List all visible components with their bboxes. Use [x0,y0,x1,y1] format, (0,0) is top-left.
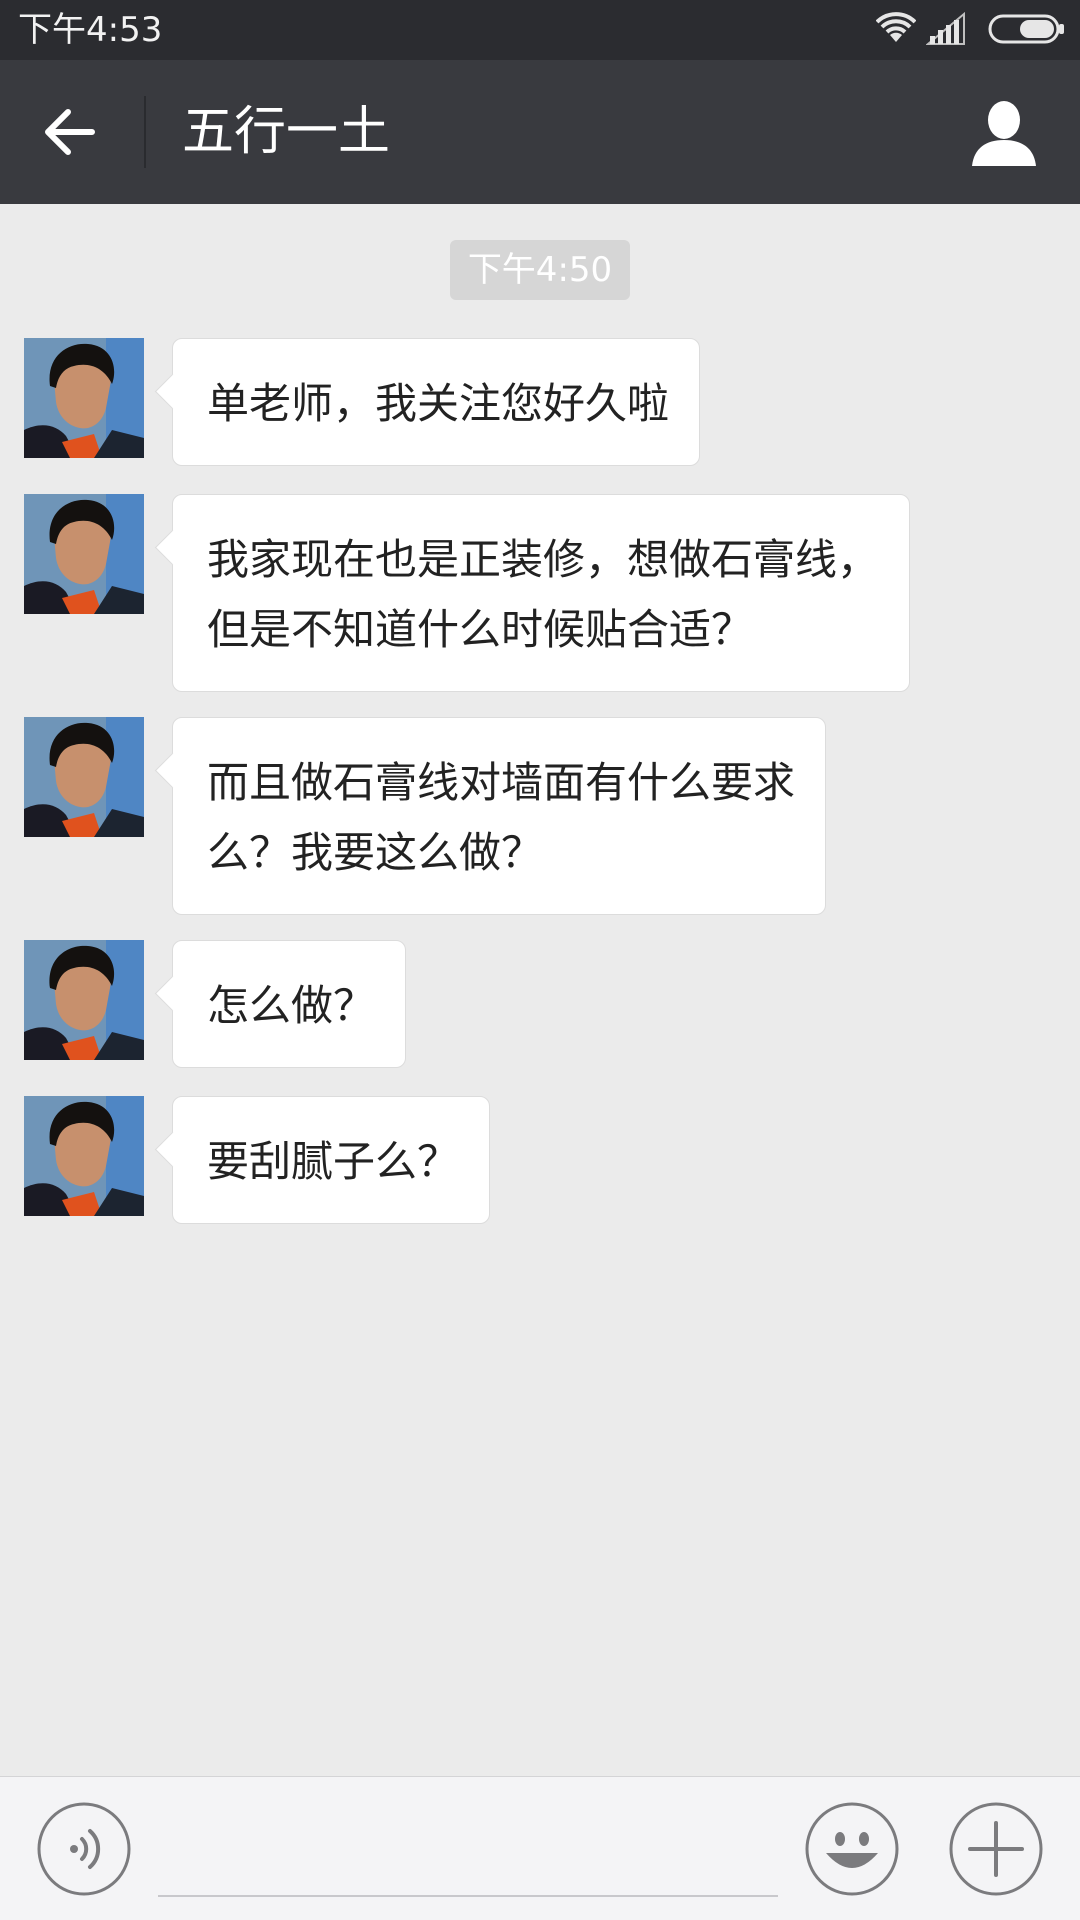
message-bubble[interactable]: 要刮腻子么？ [172,1096,491,1224]
back-button[interactable] [30,97,116,167]
status-bar: 下午4:53 [0,0,1080,60]
message-timestamp: 下午4:50 [450,240,630,300]
chat-area[interactable]: 下午4:50 单老师，我关注您好久啦 我家现在也是正装修，想做石膏线， 但是不知… [0,204,1080,1776]
avatar[interactable] [24,717,144,837]
back-arrow-icon [45,109,95,155]
chat-title: 五行一土 [182,102,391,162]
signal-icon [926,12,965,45]
status-time: 下午4:53 [18,10,163,50]
message-bubble[interactable]: 怎么做？ [172,940,407,1068]
message-bubble[interactable]: 我家现在也是正装修，想做石膏线， 但是不知道什么时候贴合适？ [172,494,911,692]
emoji-button[interactable] [804,1801,900,1897]
battery-icon [988,14,1064,44]
avatar-image [24,494,144,614]
title-bar: 五行一土 [0,60,1080,204]
avatar[interactable] [24,940,144,1060]
voice-icon [37,1802,131,1896]
avatar[interactable] [24,494,144,614]
message-bubble[interactable]: 而且做石膏线对墙面有什么要求 么？我要这么做？ [172,717,827,915]
input-bar [0,1776,1080,1920]
avatar-image [24,338,144,458]
message-input[interactable] [158,1797,778,1897]
title-divider [144,96,146,168]
plus-icon [949,1802,1043,1896]
message-bubble[interactable]: 单老师，我关注您好久啦 [172,338,701,466]
more-button[interactable] [948,1801,1044,1897]
avatar[interactable] [24,338,144,458]
emoji-icon [805,1802,899,1896]
avatar[interactable] [24,1096,144,1216]
voice-button[interactable] [36,1801,132,1897]
avatar-image [24,717,144,837]
person-icon [972,101,1036,166]
profile-button[interactable] [968,98,1040,168]
avatar-image [24,1096,144,1216]
avatar-image [24,940,144,1060]
wifi-icon [876,12,916,42]
